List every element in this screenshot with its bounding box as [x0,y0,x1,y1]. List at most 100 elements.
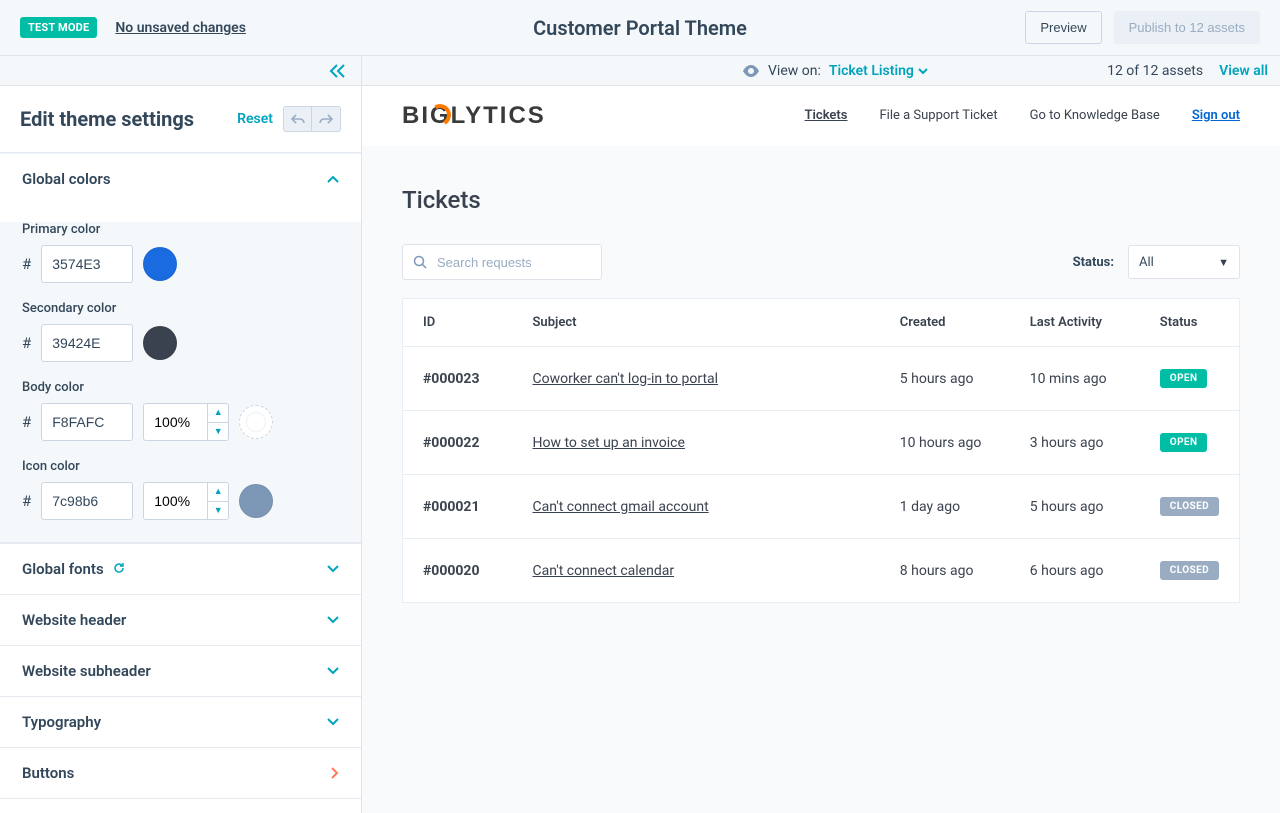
cell-activity: 3 hours ago [1010,411,1140,475]
chevron-down-icon [327,718,339,726]
search-box[interactable] [402,244,602,280]
table-row: #000023Coworker can't log-in to portal5 … [403,347,1240,411]
nav-sign-out[interactable]: Sign out [1192,108,1240,123]
cell-created: 1 day ago [880,475,1010,539]
cell-id: #000020 [403,539,513,603]
icon-opacity-input[interactable] [143,482,207,520]
cell-id: #000021 [403,475,513,539]
icon-opacity-step-down[interactable]: ▼ [208,502,228,520]
table-row: #000020Can't connect calendar8 hours ago… [403,539,1240,603]
cell-created: 5 hours ago [880,347,1010,411]
view-all-link[interactable]: View all [1219,63,1268,79]
cell-status: CLOSED [1140,539,1240,603]
tickets-table: ID Subject Created Last Activity Status … [402,298,1240,603]
test-mode-badge: TEST MODE [20,17,97,38]
body-color-swatch[interactable] [239,405,273,439]
tickets-heading: Tickets [402,186,1240,214]
icon-opacity-step-up[interactable]: ▲ [208,483,228,502]
col-created: Created [880,299,1010,347]
refresh-icon [113,563,125,578]
col-id: ID [403,299,513,347]
section-label: Website header [22,611,126,629]
body-opacity-step-up[interactable]: ▲ [208,404,228,423]
col-subject: Subject [513,299,880,347]
status-filter-select[interactable]: All ▼ [1128,245,1240,279]
primary-color-swatch[interactable] [143,247,177,281]
primary-color-input[interactable] [41,245,133,283]
primary-color-label: Primary color [22,222,339,237]
view-on-value: Ticket Listing [829,63,914,79]
icon-color-swatch[interactable] [239,484,273,518]
eye-icon [742,65,760,77]
section-global-colors[interactable]: Global colors [0,153,361,204]
section-global-fonts[interactable]: Global fonts [0,544,361,595]
ticket-link[interactable]: Can't connect gmail account [533,499,709,515]
section-website-header[interactable]: Website header [0,595,361,646]
ticket-link[interactable]: How to set up an invoice [533,435,685,451]
sidebar-title: Edit theme settings [20,107,194,131]
cell-id: #000022 [403,411,513,475]
cell-activity: 10 mins ago [1010,347,1140,411]
section-typography[interactable]: Typography [0,697,361,748]
status-badge: CLOSED [1160,561,1219,580]
body-opacity-step-down[interactable]: ▼ [208,423,228,441]
ticket-link[interactable]: Can't connect calendar [533,563,675,579]
cell-status: OPEN [1140,347,1240,411]
section-website-subheader[interactable]: Website subheader [0,646,361,697]
unsaved-changes-link[interactable]: No unsaved changes [115,20,246,36]
search-input[interactable] [435,254,615,271]
brand-logo-text-b: LYTICS [451,102,546,130]
icon-color-input[interactable] [41,482,133,520]
publish-button: Publish to 12 assets [1114,11,1260,44]
redo-button[interactable] [312,107,340,131]
icon-color-label: Icon color [22,459,339,474]
secondary-color-input[interactable] [41,324,133,362]
nav-knowledge-base[interactable]: Go to Knowledge Base [1030,108,1160,123]
table-header-row: ID Subject Created Last Activity Status [403,299,1240,347]
cell-status: CLOSED [1140,475,1240,539]
brand-logo: BIGLYTICS [402,102,546,130]
app-bar: TEST MODE No unsaved changes Customer Po… [0,0,1280,56]
view-on-label: View on: [768,63,821,79]
status-badge: CLOSED [1160,497,1219,516]
view-on-dropdown[interactable]: Ticket Listing [829,63,928,79]
section-buttons[interactable]: Buttons [0,748,361,799]
nav-file-ticket[interactable]: File a Support Ticket [879,108,997,123]
table-row: #000022 How to set up an invoice 10 hours … [403,411,1240,475]
preview-button[interactable]: Preview [1025,11,1101,44]
section-global-colors-body: Primary color # Secondary color # Body c… [0,222,361,543]
cell-subject: Coworker can't log-in to portal [513,347,880,411]
cell-status: OPEN [1140,411,1240,475]
asset-count: 12 of 12 assets [1107,63,1203,79]
cell-subject: Can't connect gmail account [513,475,880,539]
section-label: Global fonts [22,560,104,578]
col-status: Status [1140,299,1240,347]
undo-button[interactable] [284,107,312,131]
reset-link[interactable]: Reset [237,111,273,127]
ticket-link[interactable]: Coworker can't log-in to portal [533,371,719,387]
chevron-down-icon [327,667,339,675]
undo-icon [291,114,305,124]
secondary-color-label: Secondary color [22,301,339,316]
cell-activity: 6 hours ago [1010,539,1140,603]
cell-created: 10 hours ago [880,411,1010,475]
sub-bar: View on: Ticket Listing 12 of 12 assets … [0,56,1280,86]
chevron-down-icon [918,68,928,74]
body-color-input[interactable] [41,403,133,441]
status-filter-label: Status: [1073,255,1114,270]
redo-icon [319,114,333,124]
secondary-color-swatch[interactable] [143,326,177,360]
undo-redo-group [283,106,341,132]
nav-tickets[interactable]: Tickets [805,108,848,123]
section-label: Website subheader [22,662,151,680]
collapse-sidebar-icon[interactable] [329,64,347,78]
body-opacity-input[interactable] [143,403,207,441]
search-icon [413,255,427,269]
body-color-label: Body color [22,380,339,395]
portal-header: BIGLYTICS Tickets File a Support Ticket … [362,86,1280,146]
hash-symbol: # [22,413,31,431]
cell-activity: 5 hours ago [1010,475,1140,539]
status-filter-value: All [1139,255,1154,270]
brand-logo-text-a: BI [402,102,430,130]
preview-pane: BIGLYTICS Tickets File a Support Ticket … [362,86,1280,813]
